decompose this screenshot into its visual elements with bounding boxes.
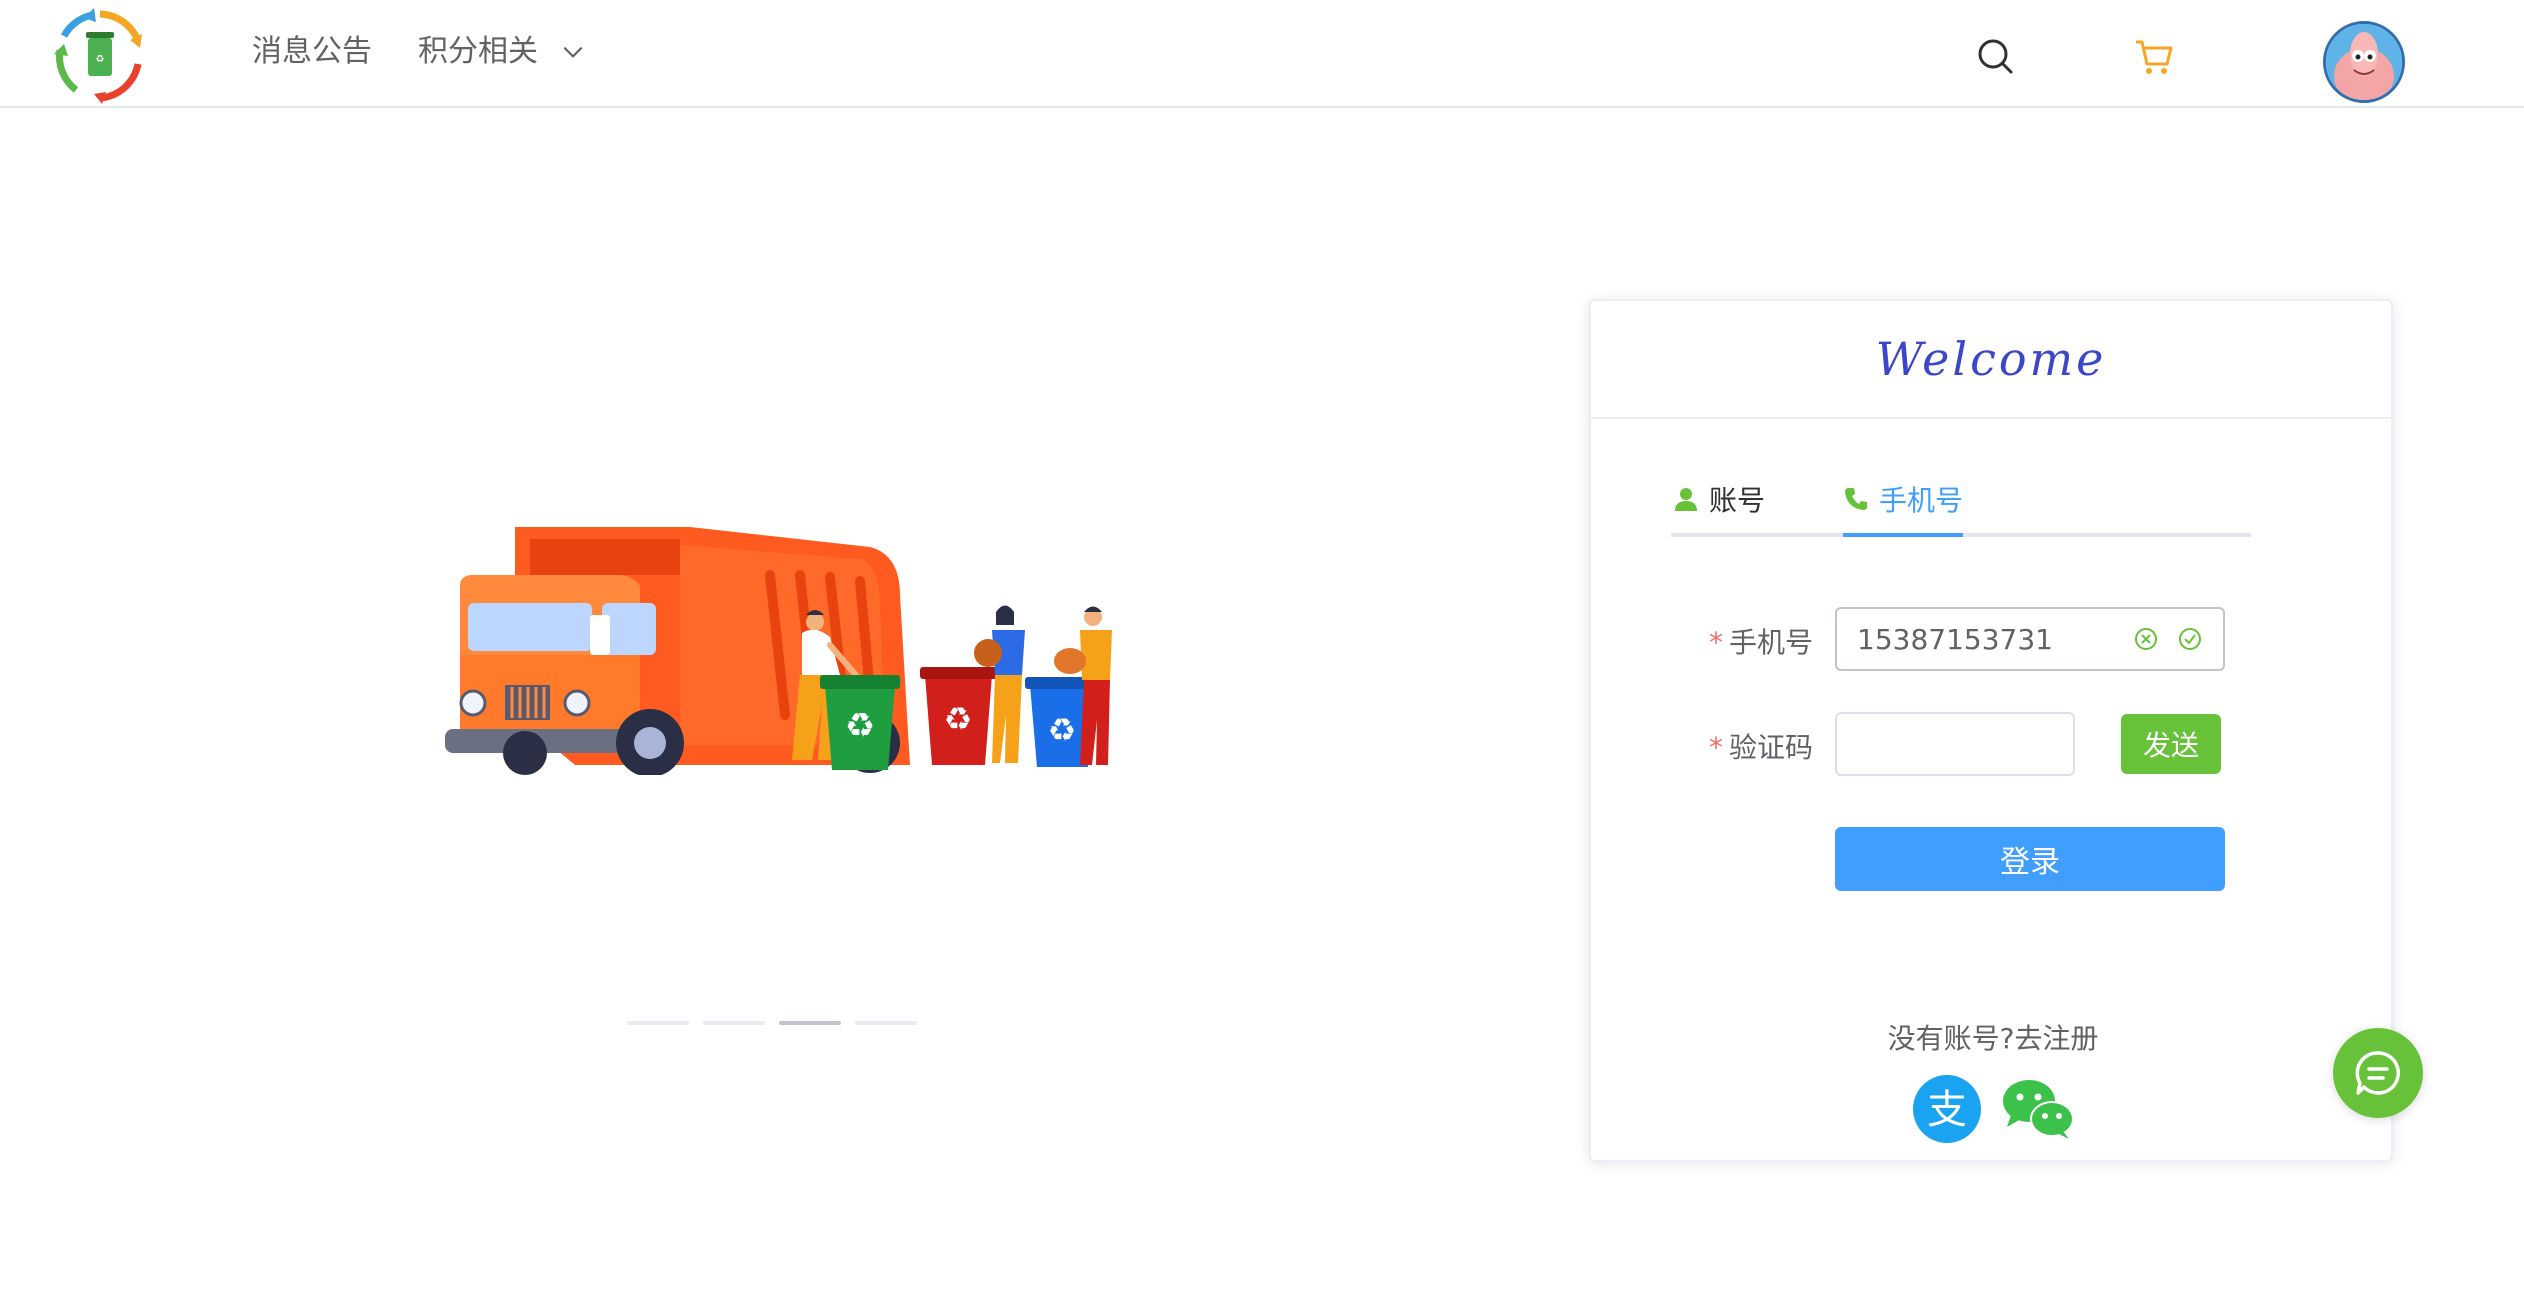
tab-phone[interactable]: 手机号 — [1843, 473, 1963, 537]
code-input[interactable] — [1835, 712, 2075, 776]
register-link[interactable]: 没有账号?去注册 — [1591, 1017, 2395, 1057]
code-label-text: 验证码 — [1729, 731, 1814, 764]
login-button[interactable]: 登录 — [1835, 827, 2225, 891]
avatar-image — [2326, 24, 2402, 100]
garbage-truck-illustration: ♻ ♻ ♻ — [445, 527, 1112, 775]
top-navbar: ♻ 消息公告 积分相关 — [0, 0, 2524, 108]
check-icon — [2179, 628, 2201, 650]
svg-text:♻: ♻ — [845, 706, 875, 746]
nav-points-dropdown[interactable]: 积分相关 — [418, 32, 586, 72]
nav-points-label: 积分相关 — [418, 34, 538, 69]
wechat-icon[interactable] — [2001, 1077, 2075, 1141]
chevron-down-icon — [563, 46, 583, 58]
login-card-header: Welcome — [1591, 301, 2391, 419]
send-code-button[interactable]: 发送 — [2121, 714, 2221, 774]
cart-icon[interactable] — [2133, 36, 2175, 78]
welcome-title: Welcome — [1875, 332, 2107, 386]
carousel-indicator-3[interactable] — [779, 1021, 841, 1025]
login-card: Welcome 账号 手机号 * 手机号 15387153731 * 验证码 发… — [1589, 299, 2393, 1162]
tab-phone-label: 手机号 — [1879, 484, 1964, 517]
svg-text:支: 支 — [1927, 1087, 1967, 1133]
phone-label: * 手机号 — [1709, 621, 1813, 661]
user-icon — [1675, 488, 1697, 511]
nav-notice[interactable]: 消息公告 — [252, 32, 372, 72]
tab-account-label: 账号 — [1709, 484, 1766, 517]
carousel-indicator-1[interactable] — [627, 1021, 689, 1025]
required-mark: * — [1709, 731, 1723, 764]
code-label: * 验证码 — [1709, 726, 1813, 766]
login-tabs: 账号 手机号 — [1671, 473, 2251, 537]
required-mark: * — [1709, 626, 1723, 659]
search-icon[interactable] — [1975, 36, 2015, 76]
active-tab-underline — [1843, 533, 1963, 537]
phone-input-value: 15387153731 — [1857, 622, 2053, 656]
tab-account[interactable]: 账号 — [1673, 473, 1765, 537]
user-avatar[interactable] — [2323, 21, 2405, 103]
svg-text:♻: ♻ — [96, 54, 105, 65]
phone-label-text: 手机号 — [1729, 626, 1814, 659]
phone-icon — [1845, 488, 1867, 510]
nav-notice-label: 消息公告 — [252, 34, 372, 69]
logo-icon[interactable]: ♻ — [50, 6, 150, 106]
carousel-indicators — [627, 1021, 917, 1025]
carousel-indicator-2[interactable] — [703, 1021, 765, 1025]
svg-text:♻: ♻ — [944, 700, 973, 738]
clear-icon[interactable] — [2133, 626, 2159, 652]
alipay-icon[interactable]: 支 — [1911, 1073, 1983, 1145]
chat-icon — [2355, 1051, 2401, 1095]
svg-text:♻: ♻ — [1048, 711, 1077, 749]
phone-input[interactable]: 15387153731 — [1835, 607, 2225, 671]
chat-button[interactable] — [2333, 1028, 2423, 1118]
carousel-indicator-4[interactable] — [855, 1021, 917, 1025]
